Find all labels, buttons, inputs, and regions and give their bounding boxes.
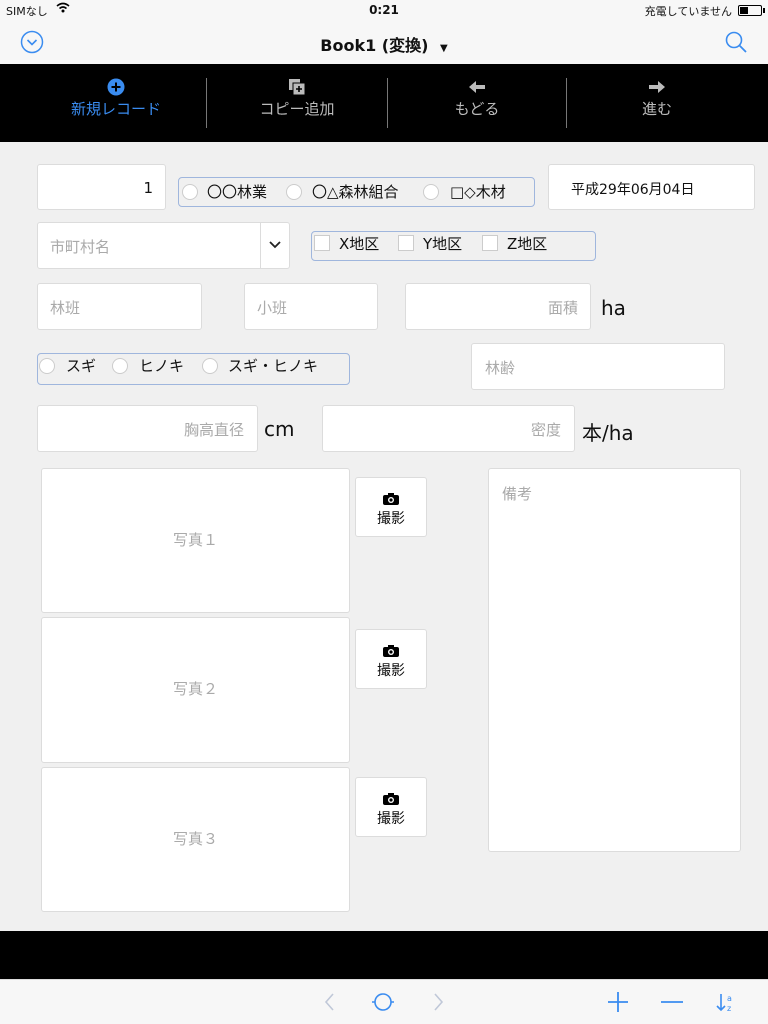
species-radio-sugi-hinoki[interactable] (202, 358, 218, 374)
district-checkbox-x[interactable] (314, 235, 330, 251)
district-label: Z地区 (507, 235, 548, 253)
record-toolbar: 新規レコード コピー追加 もどる 進む (0, 64, 768, 142)
battery-icon (738, 5, 765, 16)
new-record-button[interactable]: 新規レコード (26, 64, 206, 142)
district-checkbox-y[interactable] (398, 235, 414, 251)
species-radio-hinoki[interactable] (112, 358, 128, 374)
notes-textarea[interactable]: 備考 (488, 468, 741, 852)
forward-button[interactable]: 進む (567, 64, 747, 142)
density-field[interactable]: 密度 (322, 405, 575, 452)
company-option-label: □◇木材 (450, 183, 506, 201)
new-record-label: 新規レコード (70, 100, 161, 118)
shohan-placeholder: 小班 (257, 299, 288, 317)
company-radio-2[interactable] (286, 184, 302, 200)
municipality-select[interactable]: 市町村名 (37, 222, 290, 269)
record-number-field[interactable]: 1 (37, 164, 166, 210)
company-option-label: 〇△森林組合 (312, 183, 399, 201)
shoot-button-2[interactable]: 撮影 (355, 629, 427, 689)
shohan-field[interactable]: 小班 (244, 283, 378, 330)
notes-placeholder: 備考 (502, 485, 533, 503)
bottom-toolbar: a z (0, 979, 768, 1024)
district-checkbox-group: X地区 Y地区 Z地区 (311, 231, 596, 261)
copy-add-icon (289, 79, 306, 96)
record-circle-icon[interactable] (371, 990, 395, 1014)
camera-icon (383, 493, 399, 505)
dbh-field[interactable]: 胸高直径 (37, 405, 258, 452)
shoot-button-3[interactable]: 撮影 (355, 777, 427, 837)
district-label: X地区 (339, 235, 380, 253)
footer-bar (0, 931, 768, 979)
photo-slot-1[interactable]: 写真１ (41, 468, 350, 613)
navigation-bar: Book1 (変換) ▼ (0, 20, 768, 64)
species-option-label: スギ・ヒノキ (228, 357, 319, 375)
forward-label: 進む (641, 100, 672, 118)
svg-text:z: z (727, 1004, 731, 1013)
dbh-placeholder: 胸高直径 (183, 421, 244, 439)
date-field[interactable]: 平成29年06月04日 (548, 164, 755, 210)
copy-add-label: コピー追加 (259, 100, 335, 118)
density-unit: 本/ha (582, 421, 634, 445)
sort-icon[interactable]: a z (714, 990, 738, 1014)
plus-icon[interactable] (606, 990, 630, 1014)
shoot-label: 撮影 (377, 511, 405, 527)
minus-icon[interactable] (660, 990, 684, 1014)
species-radio-group: スギ ヒノキ スギ・ヒノキ (37, 353, 350, 385)
company-radio-group: 〇〇林業 〇△森林組合 □◇木材 (178, 177, 535, 207)
record-number-value: 1 (143, 179, 153, 197)
company-option-label: 〇〇林業 (207, 183, 268, 201)
copy-add-button[interactable]: コピー追加 (207, 64, 387, 142)
species-option-label: ヒノキ (139, 357, 185, 375)
rinpan-placeholder: 林班 (50, 299, 81, 317)
species-radio-sugi[interactable] (39, 358, 55, 374)
species-option-label: スギ (66, 357, 97, 375)
arrow-left-icon (469, 81, 485, 93)
arrow-right-icon (649, 81, 665, 93)
shoot-label: 撮影 (377, 663, 405, 679)
dbh-unit: cm (264, 417, 295, 441)
area-unit: ha (601, 296, 626, 320)
municipality-placeholder: 市町村名 (50, 238, 111, 256)
back-button[interactable]: もどる (387, 64, 567, 142)
district-label: Y地区 (423, 235, 463, 253)
page-title: Book1 (変換) (320, 36, 429, 55)
charging-status: 充電していません (644, 5, 732, 18)
camera-icon (383, 645, 399, 657)
search-icon[interactable] (724, 30, 748, 54)
date-value: 平成29年06月04日 (571, 182, 695, 198)
photo-slot-3[interactable]: 写真３ (41, 767, 350, 912)
shoot-button-1[interactable]: 撮影 (355, 477, 427, 537)
select-divider (260, 223, 261, 268)
forest-age-field[interactable]: 林齢 (471, 343, 725, 390)
forest-age-placeholder: 林齢 (485, 359, 516, 377)
back-label: もどる (454, 100, 500, 118)
area-placeholder: 面積 (547, 299, 578, 317)
company-radio-1[interactable] (182, 184, 198, 200)
district-checkbox-z[interactable] (482, 235, 498, 251)
photo-placeholder: 写真３ (172, 830, 218, 848)
camera-icon (383, 793, 399, 805)
chevron-left-icon[interactable] (318, 990, 342, 1014)
book-title-button[interactable]: Book1 (変換) ▼ (0, 32, 768, 56)
company-radio-3[interactable] (423, 184, 439, 200)
plus-circle-icon (107, 78, 125, 96)
caret-down-icon: ▼ (440, 43, 448, 54)
chevron-right-icon[interactable] (426, 990, 450, 1014)
density-placeholder: 密度 (530, 421, 561, 439)
photo-placeholder: 写真１ (172, 531, 218, 549)
photo-placeholder: 写真２ (172, 680, 218, 698)
photo-slot-2[interactable]: 写真２ (41, 617, 350, 763)
status-bar: SIMなし 0:21 充電していません (0, 0, 768, 20)
chevron-down-icon[interactable] (268, 240, 282, 250)
area-field[interactable]: 面積 (405, 283, 591, 330)
rinpan-field[interactable]: 林班 (37, 283, 202, 330)
shoot-label: 撮影 (377, 811, 405, 827)
svg-text:a: a (727, 994, 732, 1003)
